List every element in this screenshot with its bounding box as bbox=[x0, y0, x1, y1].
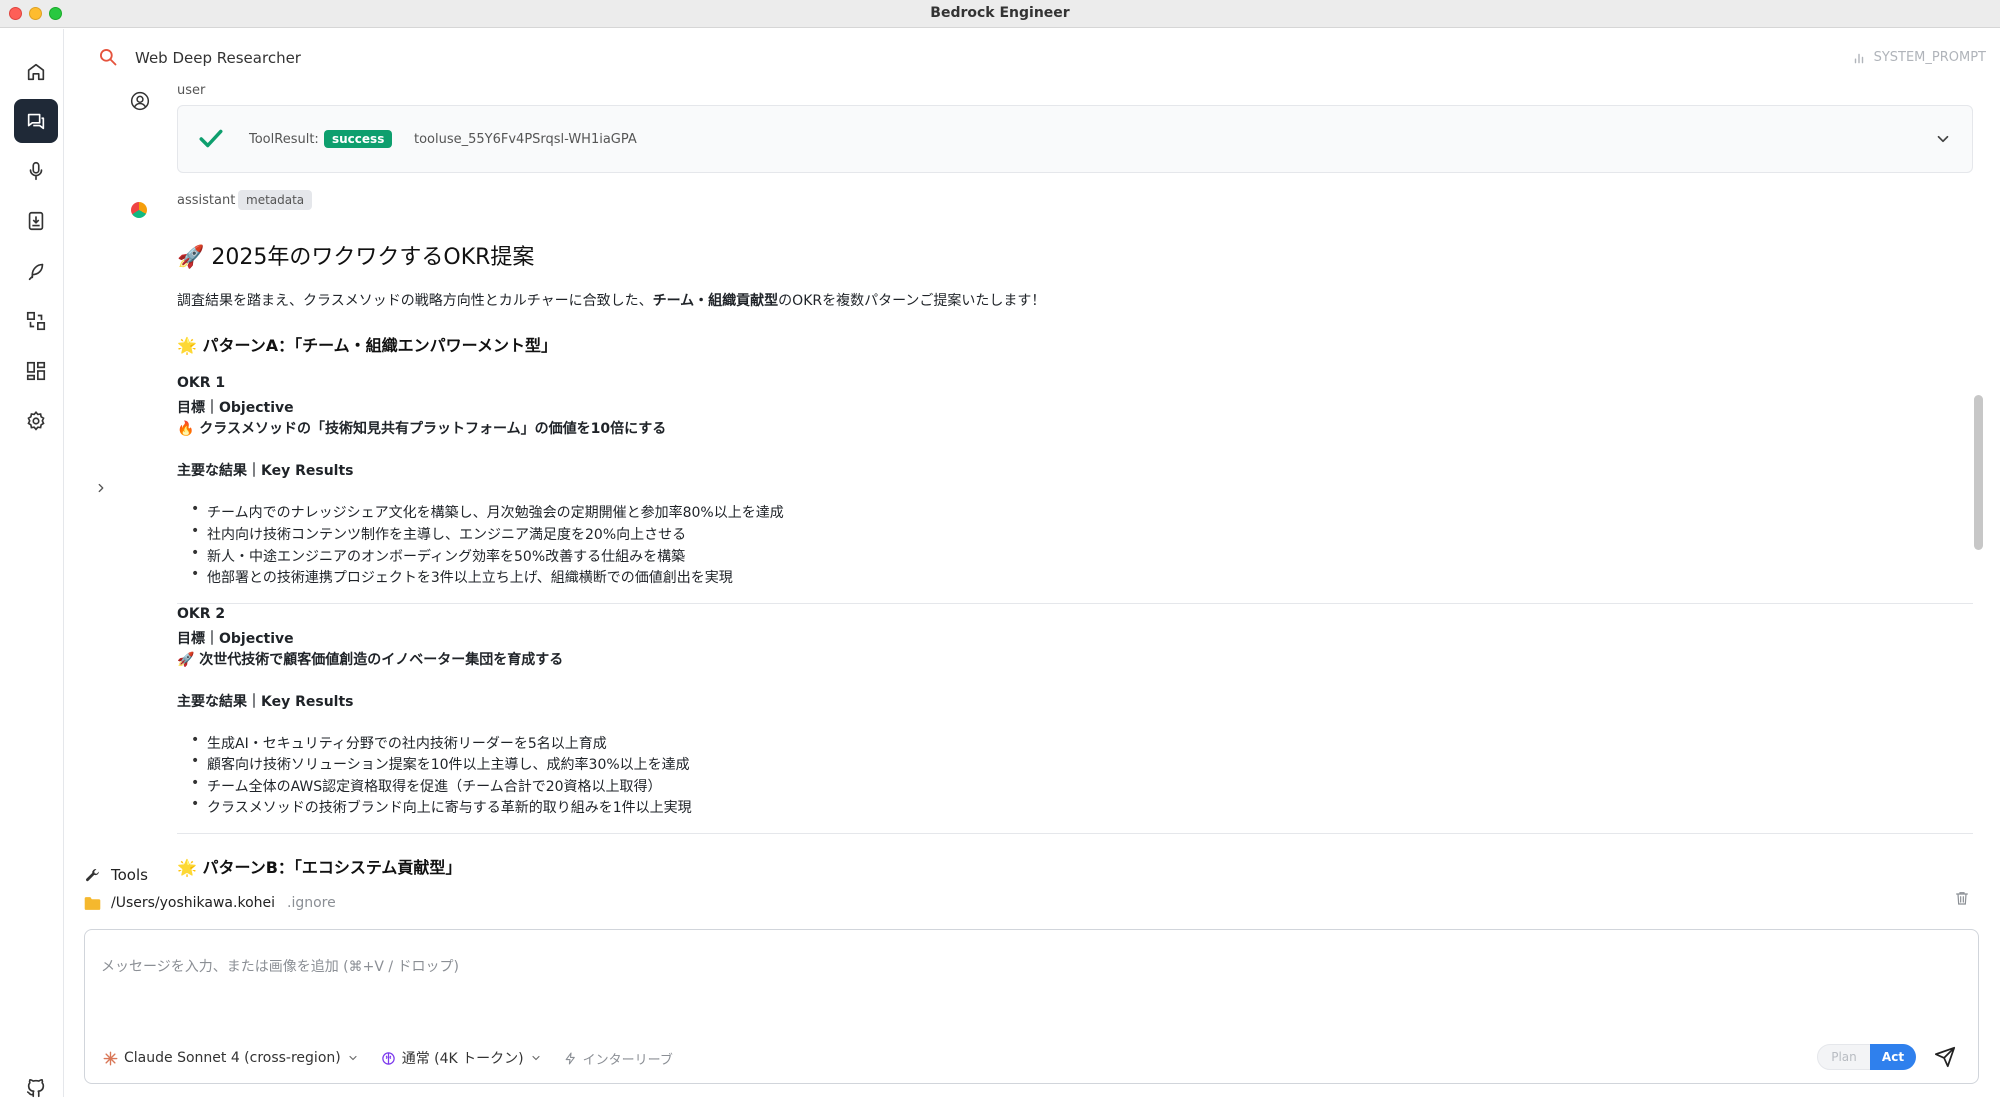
intro-bold: チーム・組織貢献型 bbox=[652, 293, 779, 309]
tool-result-card[interactable]: ToolResult: success tooluse_55Y6Fv4PSrqs… bbox=[177, 105, 1973, 173]
list-item: 生成AI・セキュリティ分野での社内技術リーダーを5名以上育成 bbox=[177, 732, 607, 753]
chevron-right-icon[interactable] bbox=[94, 481, 108, 495]
agent-name[interactable]: Web Deep Researcher bbox=[135, 49, 301, 67]
okr2-objective: 🚀 次世代技術で顧客価値創造のイノベーター集団を育成する bbox=[177, 652, 564, 668]
gear-icon bbox=[27, 411, 45, 431]
system-prompt-button[interactable]: SYSTEM_PROMPT bbox=[1852, 50, 1986, 65]
sidebar-home-button[interactable] bbox=[14, 50, 58, 94]
download-box-icon bbox=[28, 211, 44, 231]
chevron-down-icon bbox=[532, 1055, 540, 1061]
pattern-b-heading: 🌟 パターンB：「エコシステム貢献型」 bbox=[177, 858, 462, 877]
list-item: 顧客向け技術ソリューション提案を10件以上主導し、成約率30%以上を達成 bbox=[177, 753, 690, 774]
home-icon bbox=[27, 63, 45, 81]
sidebar-dashboard-button[interactable] bbox=[14, 349, 58, 393]
dashboard-icon bbox=[26, 361, 46, 381]
model-selector[interactable]: Claude Sonnet 4 (cross-region) bbox=[103, 1050, 359, 1066]
message-input[interactable]: メッセージを入力、または画像を追加 (⌘+V / ドロップ) bbox=[101, 956, 459, 976]
tools-label: Tools bbox=[111, 866, 148, 884]
sidebar bbox=[0, 29, 64, 1099]
app-window: Bedrock Engineer Web Deep Researcher SYS… bbox=[0, 0, 2000, 1099]
list-item: 他部署との技術連携プロジェクトを3件以上立ち上げ、組織横断での価値創出を実現 bbox=[177, 566, 733, 587]
okr2-objective-label: 目標｜Objective bbox=[177, 631, 294, 647]
wrench-icon bbox=[85, 868, 99, 881]
pattern-a-heading: 🌟 パターンA：「チーム・組織エンパワーメント型」 bbox=[177, 336, 557, 355]
claude-icon bbox=[103, 1051, 118, 1065]
thinking-mode: 通常 (4K トークン) bbox=[401, 1051, 524, 1067]
intro-prefix: 調査結果を踏まえ、クラスメソッドの戦略方向性とカルチャーに合致した、 bbox=[177, 293, 653, 309]
tool-result-label: ToolResult: bbox=[249, 132, 319, 147]
okr2-kr-label: 主要な結果｜Key Results bbox=[177, 694, 354, 710]
okr1-kr-label: 主要な結果｜Key Results bbox=[177, 463, 354, 479]
project-path: /Users/yoshikawa.kohei bbox=[111, 895, 276, 911]
chat-scrollbar[interactable] bbox=[1974, 395, 1983, 550]
trash-icon[interactable] bbox=[1954, 889, 1970, 907]
model-name: Claude Sonnet 4 (cross-region) bbox=[124, 1050, 341, 1066]
thinking-mode-selector[interactable]: 通常 (4K トークン) bbox=[381, 1048, 542, 1068]
sidebar-settings-button[interactable] bbox=[14, 399, 58, 443]
github-icon[interactable] bbox=[25, 1077, 47, 1099]
okr1-objective-label: 目標｜Objective bbox=[177, 400, 294, 416]
divider bbox=[177, 603, 1973, 604]
title-bar: Bedrock Engineer bbox=[0, 0, 2000, 28]
chat-messages: user ToolResult: success tooluse_55Y6Fv4… bbox=[64, 83, 1989, 883]
microphone-icon bbox=[29, 161, 43, 181]
sidebar-download-button[interactable] bbox=[14, 199, 58, 243]
status-badge: success bbox=[324, 130, 393, 148]
chevron-down-icon[interactable] bbox=[1934, 130, 1952, 148]
list-item: クラスメソッドの技術ブランド向上に寄与する革新的取り組みを1件以上実現 bbox=[177, 796, 692, 817]
brain-icon bbox=[381, 1051, 395, 1065]
interleave-label: インターリーブ bbox=[582, 1052, 673, 1068]
metadata-button[interactable]: metadata bbox=[238, 190, 313, 210]
divider bbox=[177, 833, 1973, 834]
lightning-icon bbox=[565, 1052, 575, 1064]
chevron-down-icon bbox=[349, 1055, 357, 1061]
plan-button[interactable]: Plan bbox=[1818, 1045, 1870, 1069]
top-bar: Web Deep Researcher SYSTEM_PROMPT bbox=[64, 29, 2000, 83]
sidebar-diagram-button[interactable] bbox=[14, 299, 58, 343]
search-icon bbox=[100, 49, 117, 66]
intro-suffix: のOKRを複数パターンご提案いたします！ bbox=[778, 293, 1046, 309]
check-icon bbox=[199, 129, 223, 148]
sidebar-chat-button[interactable] bbox=[14, 99, 58, 143]
list-item: 新人・中途エンジニアのオンボーディング効率を50%改善する仕組みを構築 bbox=[177, 545, 685, 566]
user-role-label: user bbox=[177, 83, 206, 98]
interleave-toggle[interactable]: インターリーブ bbox=[564, 1049, 673, 1068]
window-title: Bedrock Engineer bbox=[930, 5, 1070, 21]
assistant-avatar-icon bbox=[131, 202, 147, 218]
okr1-objective: 🔥 クラスメソッドの「技術知見共有プラットフォーム」の価値を10倍にする bbox=[177, 421, 667, 437]
act-button[interactable]: Act bbox=[1870, 1044, 1916, 1070]
system-prompt-label: SYSTEM_PROMPT bbox=[1873, 50, 1986, 65]
project-path-row[interactable]: /Users/yoshikawa.kohei .ignore bbox=[84, 895, 336, 911]
tools-toggle[interactable]: Tools bbox=[84, 866, 148, 884]
user-avatar-icon bbox=[130, 91, 150, 111]
list-item: チーム全体のAWS認定資格取得を促進（チーム合計で20資格以上取得） bbox=[177, 775, 662, 796]
tool-use-id: tooluse_55Y6Fv4PSrqsl-WH1iaGPA bbox=[414, 132, 637, 147]
message-composer: メッセージを入力、または画像を追加 (⌘+V / ドロップ) Claude So… bbox=[84, 929, 1979, 1084]
list-item: 社内向け技術コンテンツ制作を主導し、エンジニア満足度を20%向上させる bbox=[177, 523, 686, 544]
intro-paragraph: 調査結果を踏まえ、クラスメソッドの戦略方向性とカルチャーに合致した、チーム・組織… bbox=[177, 290, 1045, 310]
okr2-label: OKR 2 bbox=[177, 606, 226, 622]
feather-icon bbox=[28, 263, 44, 281]
list-item: チーム内でのナレッジシェア文化を構築し、月次勉強会の定期開催と参加率80%以上を… bbox=[177, 501, 784, 522]
chat-icon bbox=[27, 113, 45, 130]
message-title: 🚀 2025年のワクワクするOKR提案 bbox=[177, 245, 535, 270]
ignore-button[interactable]: .ignore bbox=[287, 895, 336, 911]
composer-options: Claude Sonnet 4 (cross-region) 通常 (4K トー… bbox=[103, 1048, 673, 1068]
send-icon[interactable] bbox=[1934, 1046, 1956, 1068]
bar-chart-icon bbox=[1854, 53, 1863, 63]
diagram-icon bbox=[26, 311, 46, 331]
sidebar-feather-button[interactable] bbox=[14, 249, 58, 293]
folder-icon bbox=[84, 896, 101, 910]
assistant-role-label: assistant bbox=[177, 193, 236, 208]
plan-act-toggle: Plan Act bbox=[1817, 1044, 1916, 1070]
okr1-label: OKR 1 bbox=[177, 375, 226, 391]
sidebar-voice-button[interactable] bbox=[14, 149, 58, 193]
